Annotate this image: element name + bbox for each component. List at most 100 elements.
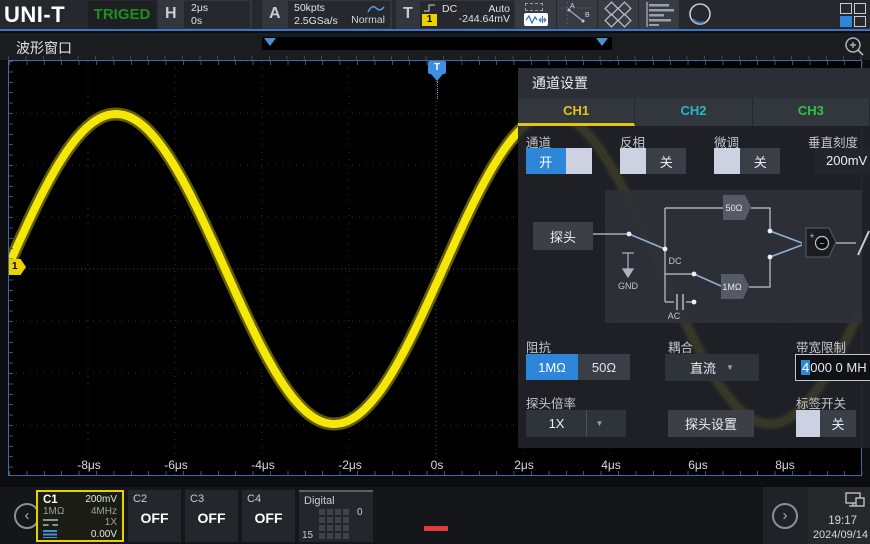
digital-first-channel: 0: [357, 507, 363, 518]
channel3-status-card[interactable]: C3 OFF: [185, 490, 238, 542]
window-tile-icon: [840, 3, 852, 14]
label-switch-toggle[interactable]: 关: [796, 410, 856, 437]
window-title: 波形窗口: [16, 38, 72, 58]
channel2-status-card[interactable]: C2 OFF: [128, 490, 181, 542]
x-axis-label: 6μs: [688, 458, 708, 472]
acquire-mode-value: Normal: [351, 14, 385, 27]
toggle-knob: [796, 410, 820, 437]
zoom-pan-tool-button[interactable]: [516, 0, 556, 29]
tab-ch1[interactable]: CH1: [518, 98, 635, 126]
horizontal-position-slider[interactable]: [262, 37, 612, 50]
trigger-marker-tag: T: [428, 61, 446, 74]
window-grid-button[interactable]: [840, 3, 870, 29]
trigger-position-marker[interactable]: T: [428, 61, 446, 99]
channel-tabs: CH1 CH2 CH3: [518, 98, 870, 126]
horizontal-label: H: [165, 5, 177, 23]
pan-waveform-icon: [524, 13, 548, 26]
trigger-marker-arrow: [431, 74, 443, 81]
dc-coupling-icon: [43, 519, 58, 526]
horizontal-offset-value: 0s: [191, 15, 250, 28]
toggle-knob: [566, 148, 592, 174]
c3-state: OFF: [185, 510, 238, 526]
digital-grid: [319, 509, 353, 539]
trigger-menu-button[interactable]: T 1 DC Auto -244.64mV: [396, 0, 516, 29]
cursor-measure-button[interactable]: A B: [557, 0, 597, 29]
probe-ratio-select[interactable]: 1X ▼: [526, 410, 626, 437]
window-tile-icon: [854, 16, 866, 27]
trigger-slope-icon: [423, 3, 437, 13]
expand-right-panel: ›: [763, 487, 808, 544]
probe-ratio-value: 1X: [549, 416, 565, 431]
window-layout-button[interactable]: [598, 0, 638, 29]
cursor-ab-icon: A B: [557, 0, 597, 29]
bottom-status-bar: ‹ C1200mV 1MΩ4MHz 1X 0.00V C2 OFF C3 OFF…: [0, 487, 870, 544]
r1m-label: 1MΩ: [722, 282, 742, 292]
c1-bandwidth: 4MHz: [91, 506, 117, 517]
acquire-label: A: [269, 5, 281, 23]
top-ruler-ticks: [8, 56, 862, 60]
amp-plus-sign: +: [809, 231, 814, 241]
tab-ch3[interactable]: CH3: [753, 98, 870, 126]
gnd-label: GND: [618, 281, 639, 291]
trigger-level-value: -244.64mV: [459, 13, 510, 26]
list-view-button[interactable]: [639, 0, 679, 29]
x-axis-label: -8μs: [77, 458, 101, 472]
digital-last-channel: 15: [302, 530, 313, 541]
fine-adjust-toggle[interactable]: 关: [714, 148, 780, 174]
probe-button[interactable]: 探头: [533, 222, 593, 250]
coupling-select[interactable]: 直流 ▼: [665, 354, 759, 381]
vertical-scale-select[interactable]: 200mV: [814, 148, 870, 174]
r50-label: 50Ω: [726, 203, 743, 213]
c4-state: OFF: [242, 510, 295, 526]
tiles-icon: [598, 0, 638, 29]
clock-time: 19:17: [828, 515, 857, 527]
c4-name: C4: [247, 493, 261, 505]
probe-setup-button[interactable]: 探头设置: [668, 410, 754, 437]
search-button[interactable]: [680, 0, 720, 29]
clock-date: 2024/09/14: [813, 529, 868, 541]
toggle-off-text: 关: [646, 148, 686, 174]
x-axis-label: 4μs: [601, 458, 621, 472]
slider-right-handle[interactable]: [596, 38, 608, 46]
tab-ch2[interactable]: CH2: [635, 98, 752, 126]
channel-circuit-diagram: 50Ω 1MΩ DC AC GND + −: [518, 185, 870, 330]
x-axis-label: 8μs: [775, 458, 795, 472]
bandwidth-limit-input[interactable]: 4000 0 MH: [795, 354, 870, 381]
channel4-status-card[interactable]: C4 OFF: [242, 490, 295, 542]
chevron-down-icon: ▼: [586, 410, 603, 437]
chevron-down-icon: ▼: [726, 363, 734, 372]
digital-label: Digital: [304, 495, 335, 507]
channel-enable-toggle[interactable]: 开: [526, 148, 592, 174]
x-axis-label: -4μs: [251, 458, 275, 472]
invert-toggle[interactable]: 关: [620, 148, 686, 174]
zoom-select-icon: [525, 3, 543, 11]
c1-offset: 0.00V: [91, 529, 117, 540]
top-status-bar: UNI-T TRIGED H 2μs 0s A 50kpts 2.5GSa/s …: [0, 0, 870, 31]
slider-left-handle[interactable]: [264, 38, 276, 46]
waveform-window-bar: 波形窗口: [0, 33, 870, 60]
impedance-1mohm-button[interactable]: 1MΩ: [526, 354, 578, 380]
window-tile-icon: [854, 3, 866, 14]
x-axis-label: 0s: [431, 458, 444, 472]
c3-name: C3: [190, 493, 204, 505]
digital-status-card[interactable]: Digital 0 15: [299, 490, 373, 542]
impedance-50ohm-button[interactable]: 50Ω: [578, 354, 630, 380]
zoom-in-icon[interactable]: [844, 36, 866, 58]
bandwidth-limit-icon: [43, 530, 57, 538]
c1-impedance: 1MΩ: [43, 506, 64, 517]
trigger-marker-line: [437, 81, 438, 99]
acquire-menu-button[interactable]: A 50kpts 2.5GSa/s Normal: [262, 0, 392, 29]
horizontal-menu-button[interactable]: H 2μs 0s: [158, 0, 252, 29]
list-bars-icon: [639, 0, 679, 29]
expand-right-button[interactable]: ›: [772, 503, 798, 529]
clock-panel[interactable]: 19:17 2024/09/14: [808, 487, 870, 544]
toggle-off-text: 关: [820, 410, 856, 437]
toggle-knob: [714, 148, 740, 174]
trigger-label: T: [403, 5, 413, 23]
dc-path-label: DC: [669, 256, 682, 266]
record-indicator: [424, 526, 448, 531]
bandwidth-rest: 000 0 MH: [810, 360, 866, 375]
channel1-status-card[interactable]: C1200mV 1MΩ4MHz 1X 0.00V: [36, 490, 124, 542]
acquire-waveform-icon: [367, 4, 385, 13]
toggle-knob: [620, 148, 646, 174]
